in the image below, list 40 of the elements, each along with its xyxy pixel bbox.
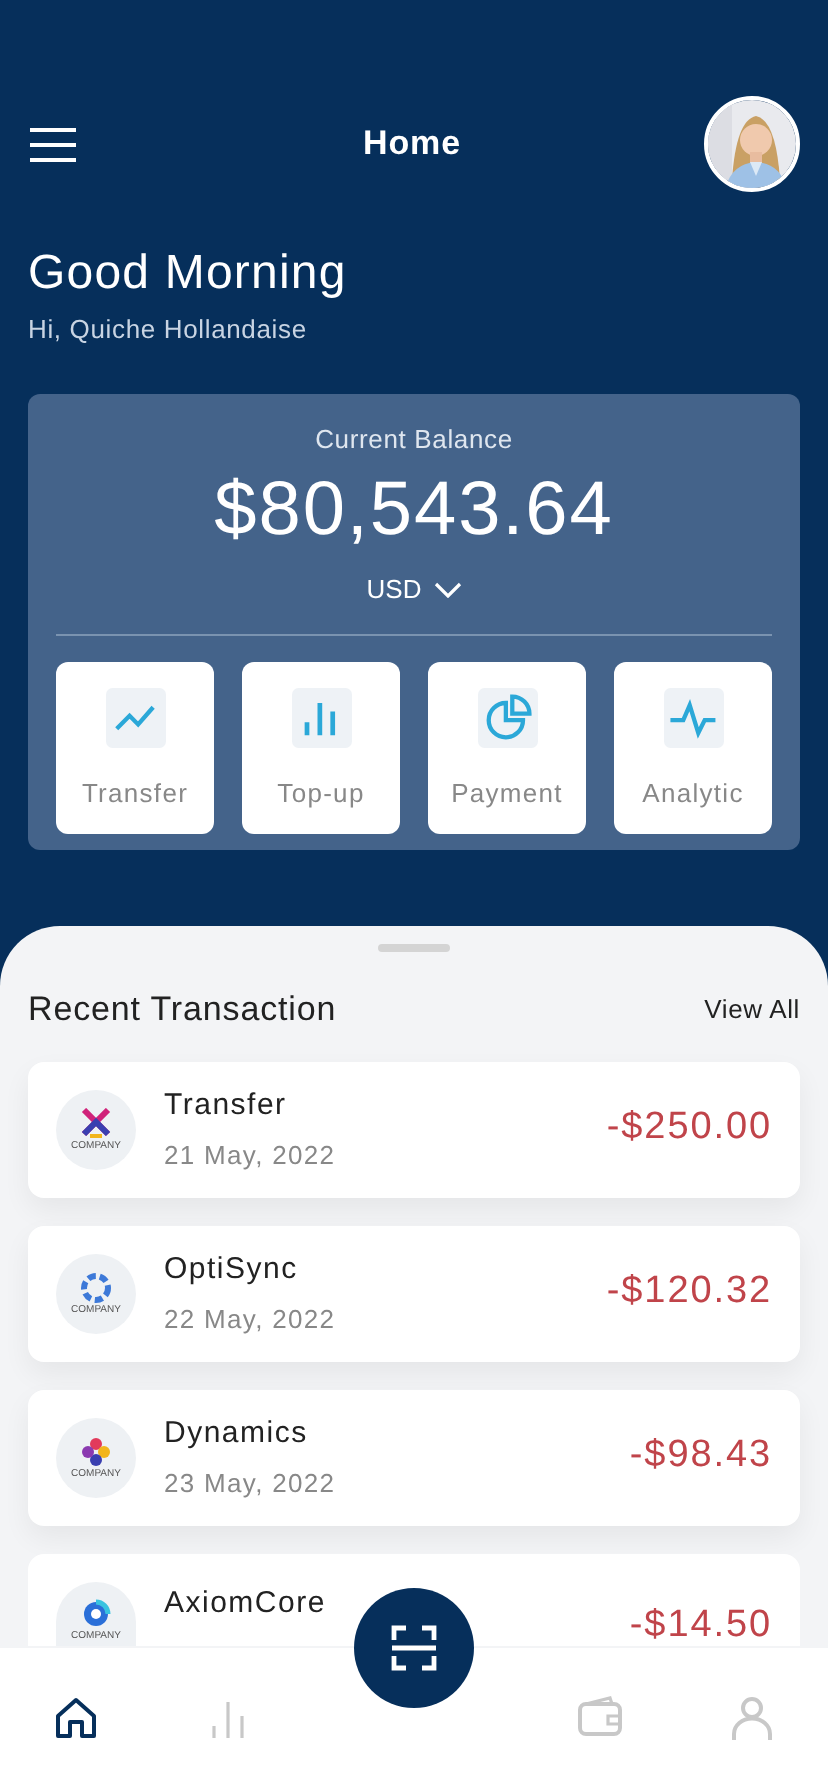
company-logo-icon	[80, 1271, 112, 1303]
menu-button[interactable]	[28, 124, 80, 164]
view-all-link[interactable]: View All	[704, 990, 800, 1029]
balance-label: Current Balance	[315, 421, 513, 457]
currency-dropdown[interactable]: USD	[366, 570, 462, 609]
page-title: Home	[363, 122, 461, 167]
chevron-down-icon	[433, 581, 462, 598]
transaction-date: 21 May, 2022	[164, 1138, 338, 1174]
home-icon	[52, 1694, 100, 1742]
transaction-amount: -$120.32	[606, 1268, 772, 1317]
transaction-amount: -$98.43	[629, 1432, 772, 1481]
transaction-name: AxiomCore	[164, 1583, 328, 1623]
scan-icon	[390, 1624, 438, 1672]
greeting-subtitle: Hi, Quiche Hollandaise	[28, 312, 309, 348]
nav-profile-button[interactable]	[726, 1692, 778, 1744]
wallet-icon	[576, 1694, 624, 1742]
pie-chart-icon	[477, 687, 537, 747]
company-logo-icon	[80, 1597, 112, 1629]
action-button[interactable]: Analytic	[614, 661, 772, 833]
transaction-name: Dynamics	[164, 1413, 310, 1453]
transaction-name: OptiSync	[164, 1249, 300, 1289]
action-button[interactable]: Top-up	[242, 661, 400, 833]
transaction-amount: -$14.50	[629, 1601, 772, 1649]
transaction-date: 22 May, 2022	[164, 1302, 338, 1338]
bar-chart-icon	[291, 687, 351, 747]
company-logo-icon	[80, 1435, 112, 1467]
section-title: Recent Transaction	[28, 988, 337, 1032]
drag-handle[interactable]	[378, 944, 450, 952]
transaction-name: Transfer	[164, 1085, 289, 1125]
transaction-date: 23 May, 2022	[164, 1466, 338, 1502]
balance-amount: $80,543.64	[214, 466, 614, 554]
menu-icon	[28, 125, 78, 163]
action-button[interactable]: Transfer	[56, 661, 214, 833]
greeting-title: Good Morning	[28, 244, 349, 304]
action-button[interactable]: Payment	[428, 661, 586, 833]
nav-home-button[interactable]	[50, 1692, 102, 1744]
pulse-icon	[663, 687, 723, 747]
person-icon	[728, 1694, 776, 1742]
transaction-amount: -$250.00	[606, 1104, 772, 1153]
company-logo-icon	[80, 1107, 112, 1139]
